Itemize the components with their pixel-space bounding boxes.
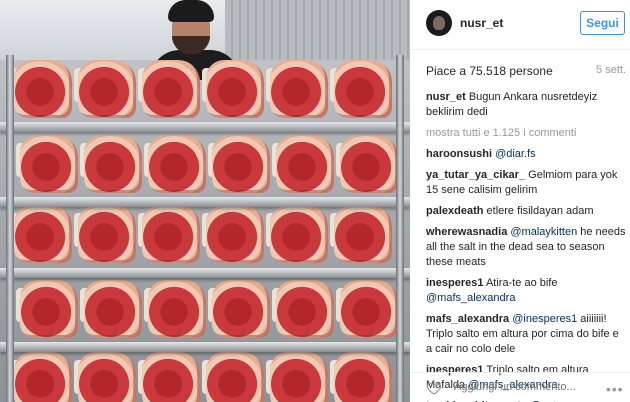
add-comment-input[interactable] xyxy=(454,381,584,393)
comment-username[interactable]: ya_tutar_ya_cikar_ xyxy=(426,169,525,181)
steak xyxy=(20,135,78,193)
steak xyxy=(148,280,206,338)
likes-row: Piace a 75.518 persone 5 sett. xyxy=(426,64,626,80)
comment-text: etlere fisildayan adam xyxy=(486,205,594,217)
steak xyxy=(84,280,142,338)
caption-username[interactable]: nusr_et xyxy=(426,91,466,103)
steak xyxy=(142,205,200,263)
steak xyxy=(142,60,200,118)
steak xyxy=(148,135,206,193)
steak xyxy=(334,205,392,263)
steak xyxy=(212,135,270,193)
steak xyxy=(78,60,136,118)
steak xyxy=(14,205,72,263)
comments-list: nusr_et Bugun Ankara nusretdeyiz bekliri… xyxy=(426,90,626,402)
steak xyxy=(78,205,136,263)
username-link[interactable]: nusr_et xyxy=(460,16,503,30)
comment-username[interactable]: haroonsushi xyxy=(426,148,492,160)
comment-item: inesperes1 Atira-te ao bife @mafs_alexan… xyxy=(426,276,626,306)
rack-shelf xyxy=(0,197,410,207)
comment-text: Atira-te ao bife xyxy=(485,277,558,289)
show-all-comments-link[interactable]: mostra tutti e 1.125 i commenti xyxy=(426,126,626,141)
comment-items: haroonsushi @diar.fs ya_tutar_ya_cikar_ G… xyxy=(426,147,626,402)
comment-mention-link[interactable]: @mafs_alexandra xyxy=(426,292,515,304)
steak xyxy=(14,352,72,402)
steak xyxy=(270,60,328,118)
avatar-figure-icon xyxy=(433,16,445,30)
steak xyxy=(206,205,264,263)
steak xyxy=(270,205,328,263)
comment-item: palexdeath etlere fisildayan adam xyxy=(426,204,626,219)
comment-mention-link[interactable]: @inesperes1 xyxy=(512,313,577,325)
post-sidebar: nusr_et Segui Piace a 75.518 persone 5 s… xyxy=(410,0,630,402)
comment-mention-link[interactable]: @diar.fs xyxy=(495,148,536,160)
comment-item: haroonsushi @diar.fs xyxy=(426,147,626,162)
post-header: nusr_et Segui xyxy=(410,0,630,50)
steak xyxy=(340,280,398,338)
steak xyxy=(270,352,328,402)
steak xyxy=(340,135,398,193)
likes-count[interactable]: Piace a 75.518 persone xyxy=(426,64,553,78)
comment-item: wherewasnadia @malaykitten he needs all … xyxy=(426,225,626,270)
steak xyxy=(334,60,392,118)
rack-shelf xyxy=(0,268,410,278)
avatar[interactable] xyxy=(426,10,452,36)
steak xyxy=(142,352,200,402)
steak xyxy=(206,60,264,118)
background-door xyxy=(225,0,410,60)
steak xyxy=(84,135,142,193)
rack-shelf xyxy=(0,122,410,132)
heart-icon[interactable] xyxy=(426,380,442,396)
post-photo[interactable] xyxy=(0,0,410,402)
caption: nusr_et Bugun Ankara nusretdeyiz bekliri… xyxy=(426,90,626,120)
steak xyxy=(20,280,78,338)
steak xyxy=(276,135,334,193)
post-age[interactable]: 5 sett. xyxy=(596,64,626,76)
comment-item: ya_tutar_ya_cikar_ Gelmiom para yok 15 s… xyxy=(426,168,626,198)
steak xyxy=(206,352,264,402)
steak xyxy=(14,60,72,118)
rack-shelf xyxy=(0,342,410,352)
steak xyxy=(276,280,334,338)
comment-username[interactable]: mafs_alexandra xyxy=(426,313,509,325)
follow-button[interactable]: Segui xyxy=(580,11,625,35)
comment-bar: ••• xyxy=(410,372,630,402)
steak xyxy=(78,352,136,402)
comment-mention-link[interactable]: @malaykitten xyxy=(510,226,577,238)
comment-item: mafs_alexandra @inesperes1 aiiiiiii! Tri… xyxy=(426,312,626,357)
more-options-icon[interactable]: ••• xyxy=(606,381,624,397)
steak xyxy=(334,352,392,402)
comment-username[interactable]: inesperes1 xyxy=(426,277,483,289)
person-beanie xyxy=(168,0,214,22)
steak xyxy=(212,280,270,338)
rack-post xyxy=(396,55,404,402)
comment-username[interactable]: palexdeath xyxy=(426,205,483,217)
rack-post xyxy=(6,55,14,402)
comment-username[interactable]: wherewasnadia xyxy=(426,226,507,238)
